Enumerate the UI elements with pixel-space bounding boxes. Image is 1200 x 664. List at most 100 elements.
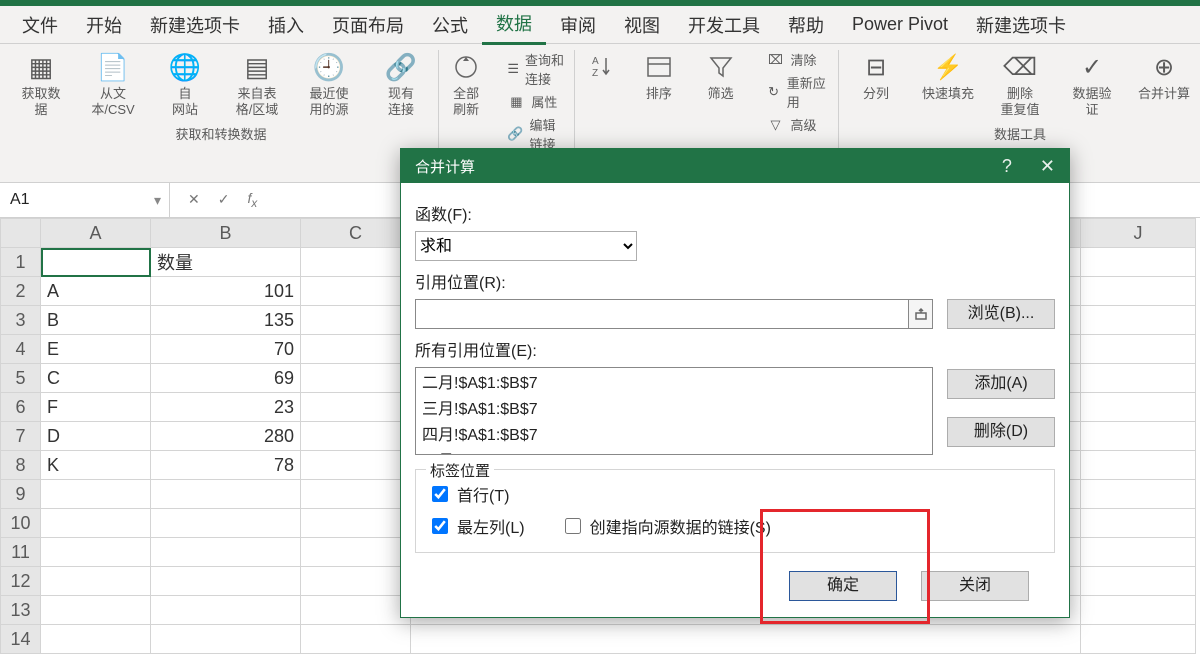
cell[interactable]: [1081, 277, 1196, 306]
ribbon-item[interactable]: ⊟分列: [849, 50, 903, 102]
cell[interactable]: A: [41, 277, 151, 306]
cell[interactable]: [1081, 364, 1196, 393]
cell[interactable]: [1081, 248, 1196, 277]
cell[interactable]: [41, 248, 151, 277]
close-button[interactable]: 关闭: [921, 571, 1029, 601]
row-header[interactable]: 9: [1, 480, 41, 509]
tab-开始[interactable]: 开始: [72, 6, 136, 44]
cell[interactable]: [1081, 596, 1196, 625]
row-header[interactable]: 1: [1, 248, 41, 277]
tab-插入[interactable]: 插入: [254, 6, 318, 44]
cell[interactable]: [301, 277, 411, 306]
cell[interactable]: [1081, 567, 1196, 596]
cell[interactable]: [301, 248, 411, 277]
list-item[interactable]: 四月!$A$1:$B$7: [416, 420, 932, 446]
ribbon-item[interactable]: ▤来自表格/区域: [230, 50, 284, 118]
list-item[interactable]: 二月!$A$1:$B$7: [416, 368, 932, 394]
row-header[interactable]: 6: [1, 393, 41, 422]
cell[interactable]: [1081, 625, 1196, 654]
queries-connections-button[interactable]: ☰查询和连接: [507, 50, 564, 88]
cell[interactable]: [1081, 509, 1196, 538]
cell[interactable]: [301, 422, 411, 451]
add-button[interactable]: 添加(A): [947, 369, 1055, 399]
range-picker-icon[interactable]: [909, 299, 933, 329]
cell[interactable]: C: [41, 364, 151, 393]
cell[interactable]: 69: [151, 364, 301, 393]
fx-icon[interactable]: fx: [247, 190, 257, 210]
cell[interactable]: [301, 509, 411, 538]
name-box-dropdown-icon[interactable]: ▾: [154, 192, 161, 209]
cell[interactable]: [301, 393, 411, 422]
cell[interactable]: [301, 567, 411, 596]
ribbon-item[interactable]: ⌫删除重复值: [993, 50, 1047, 118]
ribbon-item[interactable]: ✓数据验证: [1065, 50, 1119, 118]
dialog-titlebar[interactable]: 合并计算 ? ✕: [401, 149, 1069, 183]
row-header[interactable]: 14: [1, 625, 41, 654]
list-item[interactable]: 一月!$A$1:$B$5: [416, 446, 932, 455]
create-links-checkbox[interactable]: [565, 518, 581, 534]
cell[interactable]: [301, 596, 411, 625]
cell[interactable]: [301, 538, 411, 567]
cell[interactable]: [301, 306, 411, 335]
ribbon-item[interactable]: 🔗现有连接: [374, 50, 428, 118]
cell[interactable]: 101: [151, 277, 301, 306]
cell[interactable]: [151, 596, 301, 625]
select-all-corner[interactable]: [1, 219, 41, 248]
reapply-button[interactable]: ↻重新应用: [766, 73, 828, 111]
row-header[interactable]: 12: [1, 567, 41, 596]
row-header[interactable]: 3: [1, 306, 41, 335]
tab-开发工具[interactable]: 开发工具: [674, 6, 774, 44]
close-icon[interactable]: ✕: [1040, 156, 1055, 177]
column-header[interactable]: J: [1081, 219, 1196, 248]
tab-帮助[interactable]: 帮助: [774, 6, 838, 44]
tab-页面布局[interactable]: 页面布局: [318, 6, 418, 44]
cell[interactable]: [41, 596, 151, 625]
cancel-icon[interactable]: ✕: [188, 191, 200, 208]
cell[interactable]: [1081, 451, 1196, 480]
cell[interactable]: [1081, 306, 1196, 335]
cell[interactable]: [151, 509, 301, 538]
cell[interactable]: [301, 480, 411, 509]
ribbon-item[interactable]: ⚡快速填充: [921, 50, 975, 102]
help-icon[interactable]: ?: [1002, 156, 1012, 177]
tab-审阅[interactable]: 审阅: [546, 6, 610, 44]
cell[interactable]: [301, 451, 411, 480]
row-header[interactable]: 13: [1, 596, 41, 625]
cell[interactable]: F: [41, 393, 151, 422]
column-header[interactable]: A: [41, 219, 151, 248]
top-row-checkbox[interactable]: [432, 486, 448, 502]
ok-button[interactable]: 确定: [789, 571, 897, 601]
properties-button[interactable]: ▦属性: [507, 92, 564, 111]
row-header[interactable]: 8: [1, 451, 41, 480]
tab-数据[interactable]: 数据: [482, 4, 546, 45]
filter-button[interactable]: 筛选: [699, 50, 743, 102]
cell[interactable]: [151, 567, 301, 596]
cell[interactable]: B: [41, 306, 151, 335]
row-header[interactable]: 10: [1, 509, 41, 538]
cell[interactable]: [301, 364, 411, 393]
tab-文件[interactable]: 文件: [8, 6, 72, 44]
cell[interactable]: 78: [151, 451, 301, 480]
cell[interactable]: [41, 509, 151, 538]
ribbon-item[interactable]: 📄从文本/CSV: [86, 50, 140, 118]
ribbon-item[interactable]: 🌐自网站: [158, 50, 212, 118]
reference-input[interactable]: [415, 299, 909, 329]
ribbon-item[interactable]: ▦获取数据: [14, 50, 68, 118]
sort-button[interactable]: 排序: [637, 50, 681, 102]
clear-filter-button[interactable]: ⌧清除: [766, 50, 828, 69]
cell[interactable]: 23: [151, 393, 301, 422]
cell[interactable]: 135: [151, 306, 301, 335]
tab-视图[interactable]: 视图: [610, 6, 674, 44]
cell[interactable]: K: [41, 451, 151, 480]
advanced-filter-button[interactable]: ▽高级: [766, 115, 828, 134]
confirm-icon[interactable]: ✓: [218, 191, 230, 208]
ribbon-item[interactable]: 🕘最近使用的源: [302, 50, 356, 118]
row-header[interactable]: 4: [1, 335, 41, 364]
cell[interactable]: [1081, 393, 1196, 422]
cell[interactable]: [301, 625, 411, 654]
sort-az-button[interactable]: AZ: [585, 50, 619, 84]
ribbon-item[interactable]: ⊕合并计算: [1137, 50, 1191, 102]
column-header[interactable]: C: [301, 219, 411, 248]
column-header[interactable]: B: [151, 219, 301, 248]
list-item[interactable]: 三月!$A$1:$B$7: [416, 394, 932, 420]
